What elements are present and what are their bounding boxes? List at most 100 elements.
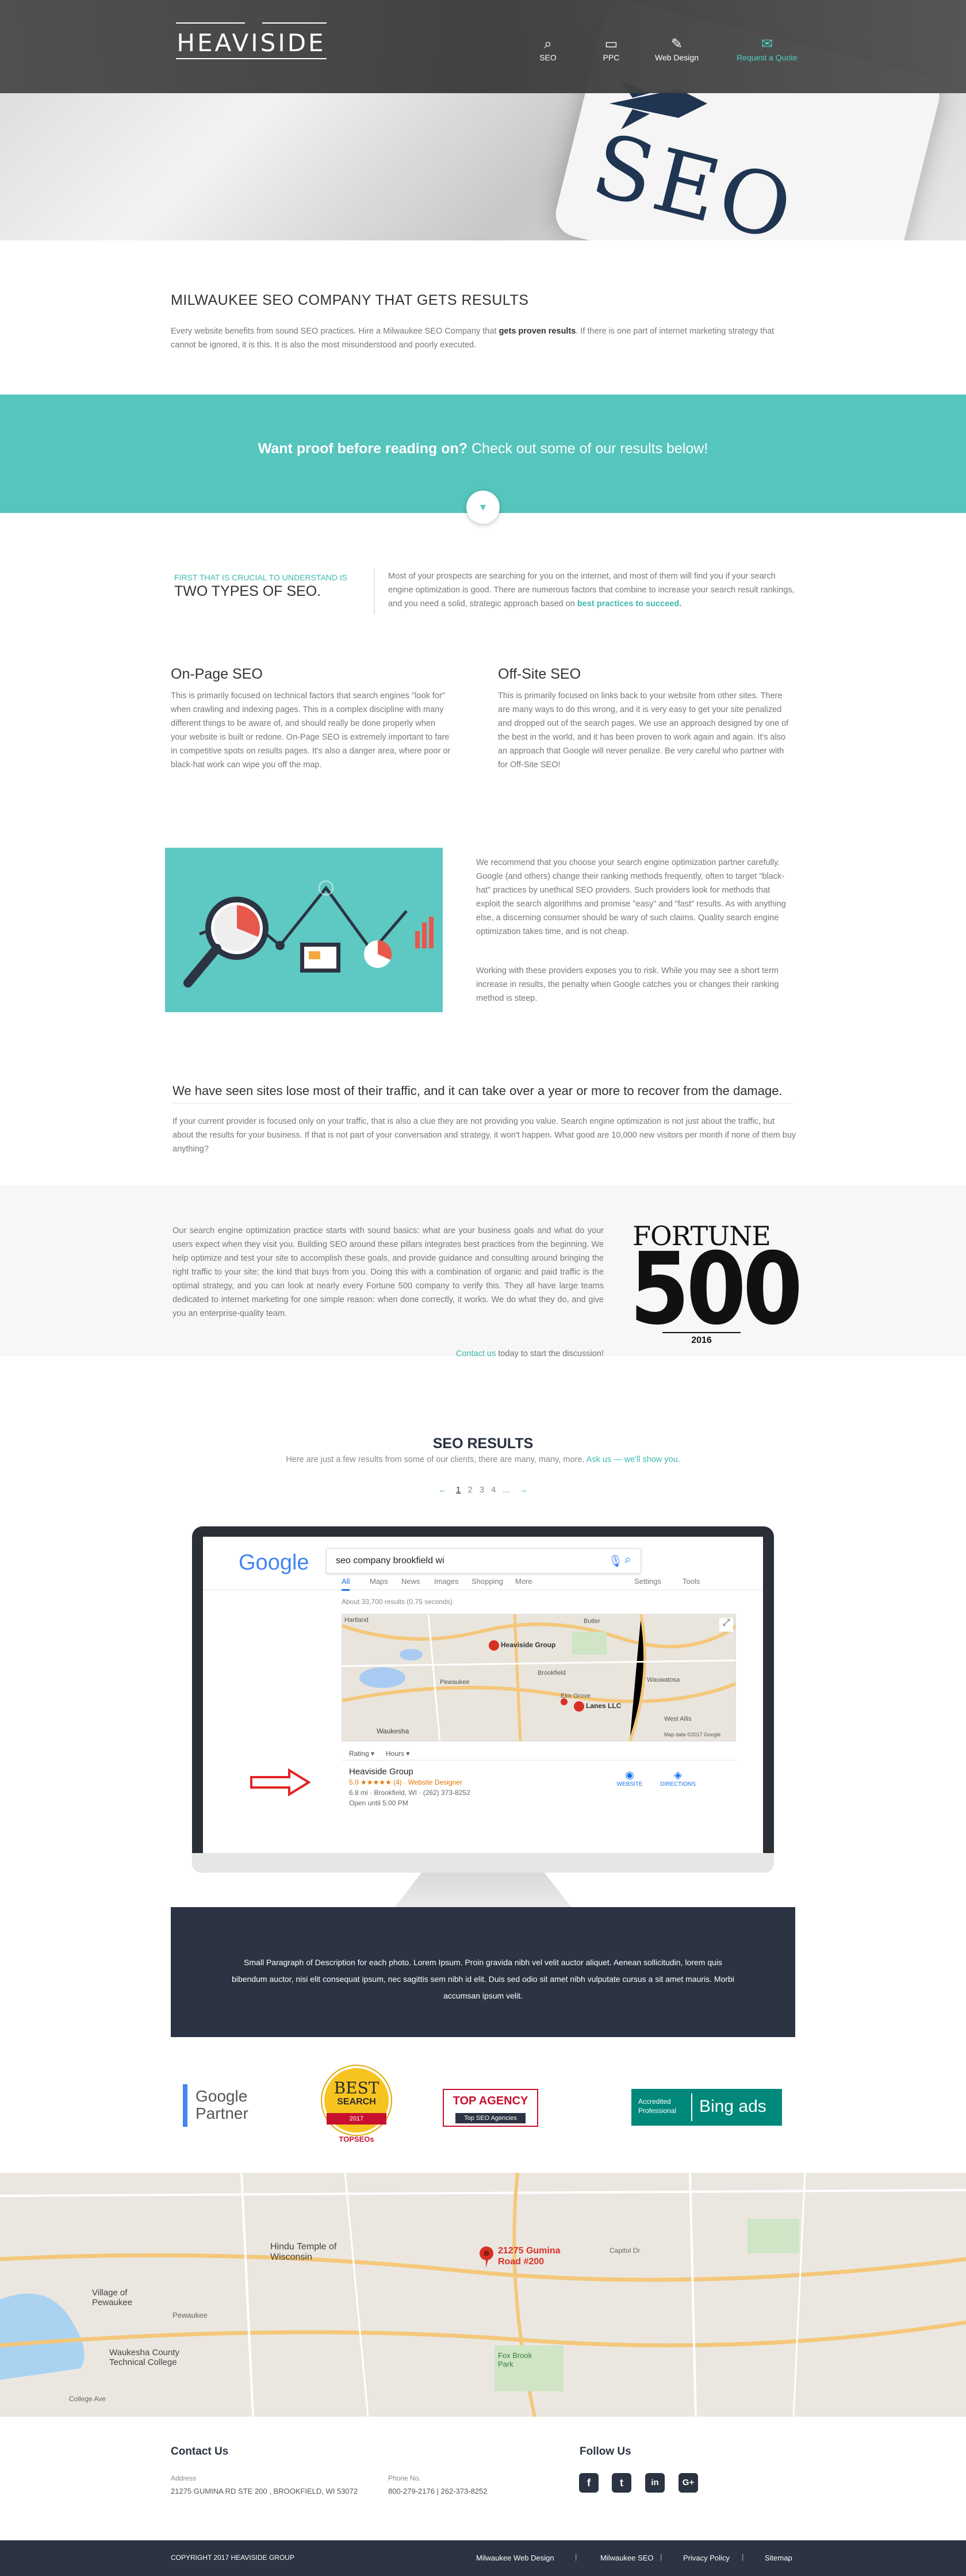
pager-page-3[interactable]: 3: [480, 1485, 484, 1495]
footer-separator-2: |: [660, 2552, 662, 2561]
monitor-chin: [192, 1853, 774, 1873]
page: SEO HEAVISIDE ⌕ SEO ▭ PPC ✎ Web Design ✉…: [0, 0, 966, 2576]
nav-ppc[interactable]: ▭ PPC: [580, 36, 643, 70]
scroll-down-button[interactable]: ▾: [466, 491, 500, 524]
footer-link-privacy[interactable]: Privacy Policy: [683, 2554, 730, 2562]
recommend-text-1: We recommend that you choose your search…: [476, 858, 786, 936]
nav-request-quote[interactable]: ✉ Request a Quote: [730, 36, 804, 70]
listing-website-button[interactable]: ◉ WEBSITE: [612, 1769, 647, 1787]
bing-divider: [691, 2093, 692, 2121]
proof-band-bold: Want proof before reading on?: [258, 441, 468, 457]
pager-prev-icon[interactable]: ←: [438, 1485, 447, 1495]
google-tools[interactable]: Tools: [683, 1577, 700, 1586]
microphone-icon[interactable]: 🎙: [608, 1554, 623, 1568]
google-tab-images[interactable]: Images: [434, 1577, 459, 1586]
pager-page-1[interactable]: 1: [456, 1485, 461, 1495]
google-screenshot: Google seo company brookfield wi 🎙 ⌕ All…: [203, 1537, 763, 1853]
google-partner-badge: Google Partner: [183, 2084, 284, 2127]
listing-directions-label: DIRECTIONS: [660, 1781, 696, 1787]
chevron-down-icon: ▾: [480, 501, 486, 514]
copyright: COPYRIGHT 2017 HEAVISIDE GROUP: [171, 2554, 294, 2562]
types-divider: [374, 568, 375, 614]
intro-title: MILWAUKEE SEO COMPANY THAT GETS RESULTS: [171, 292, 529, 308]
google-tab-maps[interactable]: Maps: [370, 1577, 388, 1586]
footer-phone[interactable]: 800-279-2176 | 262-373-8252: [388, 2487, 488, 2495]
fortune-number: 500: [630, 1231, 803, 1348]
types-text: Most of your prospects are searching for…: [388, 569, 795, 611]
map-data-credit: Map data ©2017 Google: [664, 1732, 721, 1737]
best-badge-year: 2017: [327, 2113, 386, 2125]
expand-icon[interactable]: ⤢: [719, 1618, 733, 1632]
map-label-lanes: Lanes LLC: [586, 1702, 622, 1710]
pager-next-icon[interactable]: →: [519, 1485, 528, 1495]
analytics-illustration-icon: [183, 881, 434, 987]
site-logo[interactable]: HEAVISIDE: [176, 17, 327, 63]
google-plus-icon[interactable]: G+: [678, 2473, 698, 2493]
map-label-heaviside: Heaviside Group: [501, 1641, 556, 1649]
fortune-500-logo: FORTUNE 500 2016: [630, 1220, 803, 1362]
google-settings[interactable]: Settings: [634, 1577, 661, 1586]
linkedin-icon[interactable]: in: [645, 2473, 665, 2493]
map-label-college: Waukesha County Technical College: [109, 2348, 180, 2367]
traffic-divider: [172, 1103, 793, 1104]
contact-us-link[interactable]: Contact us: [456, 1349, 496, 1358]
map-label-butler: Butler: [584, 1618, 600, 1625]
google-tab-all[interactable]: All: [342, 1577, 350, 1591]
design-icon: ✎: [670, 36, 683, 52]
globe-icon: ◉: [625, 1769, 634, 1781]
map-label-wauwatosa: Wauwatosa: [647, 1676, 680, 1683]
google-tab-more[interactable]: More: [515, 1577, 532, 1586]
bing-accredited: Accredited Professional: [638, 2097, 677, 2115]
listing-name[interactable]: Heaviside Group: [349, 1767, 413, 1777]
footer-separator-3: |: [742, 2552, 744, 2561]
nav-web-design[interactable]: ✎ Web Design: [645, 36, 708, 70]
map-label-village: Village of Pewaukee: [92, 2288, 133, 2307]
google-tab-news[interactable]: News: [401, 1577, 420, 1586]
filter-rating[interactable]: Rating ▾: [349, 1750, 374, 1758]
footer-phone-label: Phone No.: [388, 2474, 421, 2482]
facebook-icon[interactable]: f: [579, 2473, 599, 2493]
google-search-box[interactable]: seo company brookfield wi 🎙 ⌕: [326, 1548, 641, 1574]
google-query: seo company brookfield wi: [336, 1556, 444, 1565]
google-logo-text: Google: [239, 1551, 309, 1575]
google-local-map[interactable]: Heaviside Group Lanes LLC Brookfield Pew…: [342, 1614, 736, 1741]
monitor-icon: ▭: [604, 36, 618, 52]
pager-page-2[interactable]: 2: [467, 1485, 472, 1495]
header-bar: [0, 0, 966, 93]
types-heading: TWO TYPES OF SEO.: [174, 583, 321, 599]
filter-hours[interactable]: Hours ▾: [386, 1750, 409, 1758]
results-sub: Here are just a few results from some of…: [0, 1455, 966, 1464]
results-sub-text: Here are just a few results from some of…: [286, 1455, 586, 1464]
fortune-text: Our search engine optimization practice …: [172, 1226, 604, 1318]
map-label-west-allis: West Allis: [664, 1716, 692, 1723]
pager-ellipsis: ...: [503, 1485, 510, 1495]
nav-ppc-label: PPC: [603, 53, 620, 62]
best-practices-link[interactable]: best practices to succeed.: [577, 599, 681, 608]
pager-page-4[interactable]: 4: [491, 1485, 496, 1495]
footer-contact-title: Contact Us: [171, 2445, 229, 2458]
listing-website-label: WEBSITE: [616, 1781, 643, 1787]
footer-link-web-design[interactable]: Milwaukee Web Design: [476, 2554, 554, 2562]
google-tab-shopping[interactable]: Shopping: [471, 1577, 503, 1586]
twitter-icon[interactable]: t: [612, 2473, 631, 2493]
offsite-title: Off-Site SEO: [498, 666, 581, 682]
location-map[interactable]: 21275 Gumina Road #200 Hindu Temple of W…: [0, 2173, 966, 2417]
footer-link-seo[interactable]: Milwaukee SEO: [600, 2554, 653, 2562]
offsite-text: This is primarily focused on links back …: [498, 691, 789, 770]
footer-link-sitemap[interactable]: Sitemap: [765, 2554, 792, 2562]
proof-band-text: Want proof before reading on? Check out …: [0, 441, 966, 457]
google-logo: Google: [239, 1551, 309, 1575]
listing-address: 6.8 mi · Brookfield, WI · (262) 373-8252: [349, 1789, 470, 1797]
map-label-park: Fox Brook Park: [498, 2351, 532, 2368]
ask-us-link[interactable]: Ask us — we'll show you.: [586, 1455, 680, 1464]
topseos-text: TOPSEOs: [339, 2135, 374, 2144]
map-label-brookfield: Brookfield: [538, 1670, 566, 1676]
google-partner-bar: [183, 2084, 187, 2127]
listing-rating: 5.0 ★★★★★ (4) · Website Designer: [349, 1778, 462, 1786]
map-pin-label: 21275 Gumina Road #200: [498, 2246, 561, 2267]
onpage-text: This is primarily focused on technical f…: [171, 691, 451, 770]
map-streets-icon: [0, 2173, 966, 2417]
nav-seo[interactable]: ⌕ SEO: [516, 36, 580, 70]
search-icon[interactable]: ⌕: [624, 1553, 631, 1567]
listing-directions-button[interactable]: ◈ DIRECTIONS: [655, 1769, 701, 1787]
